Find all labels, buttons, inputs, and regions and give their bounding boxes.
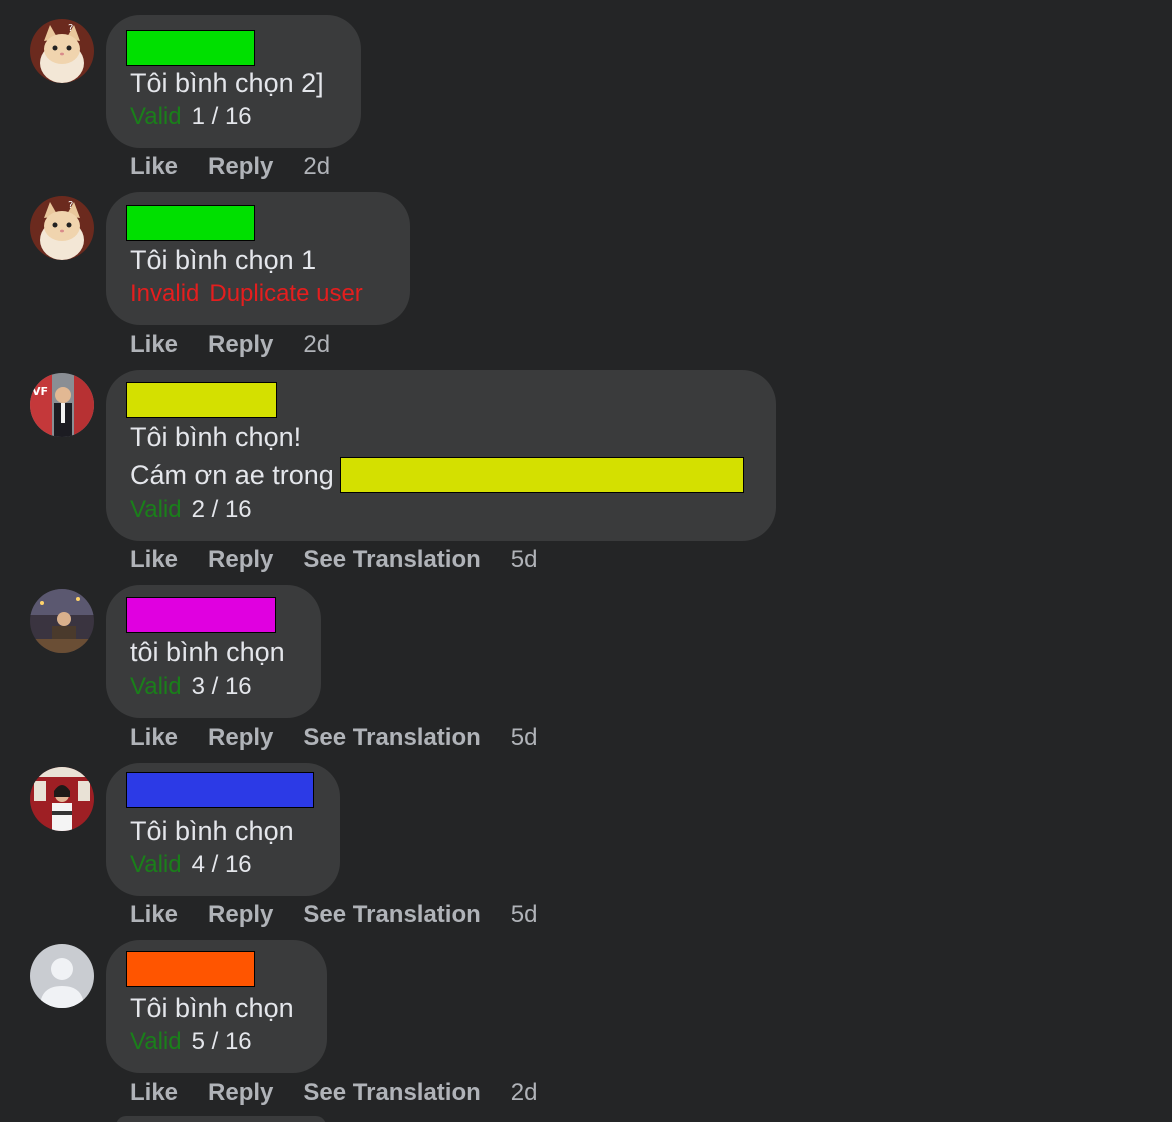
timestamp[interactable]: 5d (511, 724, 538, 751)
next-comment-bubble-partial (116, 1116, 326, 1122)
see-translation-button[interactable]: See Translation (303, 546, 480, 573)
cat-avatar[interactable]: ? (30, 19, 94, 83)
default-user-avatar[interactable] (30, 944, 94, 1008)
comment-text: Tôi bình chọn (130, 993, 294, 1023)
vote-count: 2 / 16 (191, 496, 252, 523)
like-button[interactable]: Like (130, 153, 178, 180)
redacted-username[interactable] (126, 772, 314, 808)
cat-avatar[interactable]: ? (30, 196, 94, 260)
vote-count: 3 / 16 (191, 673, 252, 700)
woman-red-background-avatar[interactable] (30, 767, 94, 831)
redacted-username[interactable] (126, 382, 277, 418)
valid-label: Valid (130, 673, 182, 700)
comment-text: tôi bình chọn (130, 637, 285, 667)
comment-bubble: tôi bình chọn Valid 3 / 16 (106, 585, 321, 718)
comment-feed: ? Tôi bình chọn 2] Valid 1 / 16 Like Reply… (0, 0, 1172, 1122)
comment-actions: Like Reply See Translation 2d (130, 1079, 538, 1107)
like-button[interactable]: Like (130, 1079, 178, 1106)
like-button[interactable]: Like (130, 331, 178, 358)
comment-bubble: Tôi bình chọn Valid 4 / 16 (106, 763, 340, 896)
comment-actions: Like Reply See Translation 5d (130, 901, 538, 929)
night-street-avatar[interactable] (30, 589, 94, 653)
comment-actions: Like Reply See Translation 5d (130, 546, 538, 574)
vote-count: 1 / 16 (191, 103, 252, 130)
comment-bubble: Tôi bình chọn 2] Valid 1 / 16 (106, 15, 361, 148)
comment-text-fragment: Cám ơn ae trong (130, 460, 334, 491)
comment-text-line-2: Cám ơn ae trong (130, 457, 744, 495)
comment-text: Tôi bình chọn 2] (130, 68, 324, 98)
see-translation-button[interactable]: See Translation (303, 1079, 480, 1106)
reply-button[interactable]: Reply (208, 901, 273, 928)
invalid-label: Invalid (130, 280, 200, 307)
see-translation-button[interactable]: See Translation (303, 724, 480, 751)
like-button[interactable]: Like (130, 901, 178, 928)
see-translation-button[interactable]: See Translation (303, 901, 480, 928)
redacted-username[interactable] (126, 205, 255, 241)
valid-label: Valid (130, 1028, 182, 1055)
vote-count: 5 / 16 (191, 1028, 252, 1055)
like-button[interactable]: Like (130, 546, 178, 573)
valid-label: Valid (130, 103, 182, 130)
like-button[interactable]: Like (130, 724, 178, 751)
comment-actions: Like Reply 2d (130, 153, 330, 181)
comment-bubble: Tôi bình chọn Valid 5 / 16 (106, 940, 327, 1073)
reply-button[interactable]: Reply (208, 546, 273, 573)
svg-text:?: ? (68, 200, 73, 211)
comment-bubble: Tôi bình chọn! Cám ơn ae trong Valid 2 / … (106, 370, 776, 541)
valid-label: Valid (130, 496, 182, 523)
redacted-username[interactable] (126, 597, 276, 633)
vote-count: 4 / 16 (191, 851, 252, 878)
reply-button[interactable]: Reply (208, 724, 273, 751)
reply-button[interactable]: Reply (208, 153, 273, 180)
vote-status: Valid 1 / 16 (130, 103, 252, 131)
man-suit-avatar[interactable]: VF (30, 373, 94, 437)
comment-actions: Like Reply 2d (130, 331, 330, 359)
invalid-reason: Duplicate user (209, 280, 363, 307)
comment-bubble: Tôi bình chọn 1 Invalid Duplicate user (106, 192, 410, 325)
timestamp[interactable]: 2d (511, 1079, 538, 1106)
reply-button[interactable]: Reply (208, 331, 273, 358)
comment-text: Tôi bình chọn 1 (130, 245, 317, 275)
timestamp[interactable]: 2d (303, 153, 330, 180)
comment-actions: Like Reply See Translation 5d (130, 724, 538, 752)
timestamp[interactable]: 5d (511, 546, 538, 573)
redacted-group-name[interactable] (339, 457, 744, 493)
svg-text:VF: VF (32, 385, 48, 398)
valid-label: Valid (130, 851, 182, 878)
timestamp[interactable]: 5d (511, 901, 538, 928)
comment-text: Tôi bình chọn! (130, 422, 302, 452)
vote-status: Invalid Duplicate user (130, 280, 363, 308)
svg-text:?: ? (68, 23, 73, 34)
comment-text: Tôi bình chọn (130, 816, 294, 846)
redacted-username[interactable] (126, 951, 255, 987)
vote-status: Valid 2 / 16 (130, 496, 252, 524)
vote-status: Valid 3 / 16 (130, 673, 252, 701)
vote-status: Valid 5 / 16 (130, 1028, 252, 1056)
timestamp[interactable]: 2d (303, 331, 330, 358)
reply-button[interactable]: Reply (208, 1079, 273, 1106)
vote-status: Valid 4 / 16 (130, 851, 252, 879)
redacted-username[interactable] (126, 30, 255, 66)
